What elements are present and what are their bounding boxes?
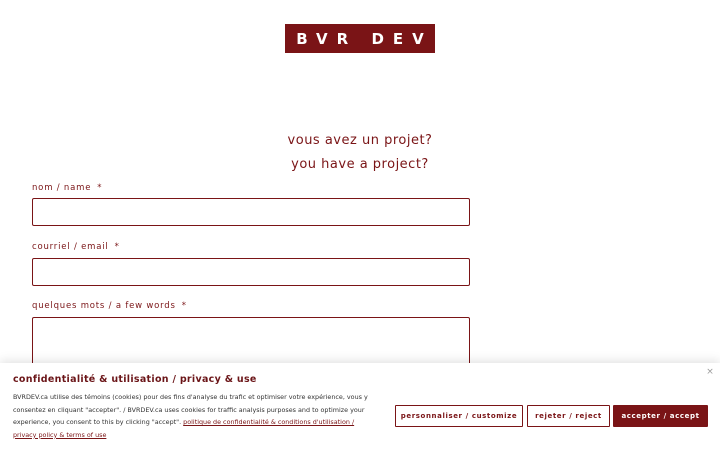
accept-button[interactable]: accepter / accept [613, 405, 708, 427]
email-label: courriel / email * [32, 242, 120, 252]
customize-button[interactable]: personnaliser / customize [395, 405, 523, 427]
page: BVR DEV vous avez un projet? you have a … [0, 0, 720, 450]
form-heading-en: you have a project? [291, 157, 429, 172]
cookie-banner: confidentialité & utilisation / privacy … [0, 363, 720, 450]
reject-button[interactable]: rejeter / reject [527, 405, 610, 427]
name-label-text: nom / name [32, 183, 92, 193]
email-input[interactable] [32, 258, 470, 286]
message-label-text: quelques mots / a few words [32, 301, 176, 311]
cookie-banner-text: BVRDEV.ca utilise des témoins (cookies) … [13, 391, 373, 441]
form-heading-fr: vous avez un projet? [287, 133, 433, 148]
required-marker: * [114, 242, 120, 252]
required-marker: * [97, 183, 103, 193]
email-label-text: courriel / email [32, 242, 109, 252]
required-marker: * [181, 301, 187, 311]
message-label: quelques mots / a few words * [32, 301, 187, 311]
name-label: nom / name * [32, 183, 102, 193]
close-icon[interactable]: × [704, 367, 716, 379]
cookie-banner-title: confidentialité & utilisation / privacy … [13, 374, 257, 385]
site-logo[interactable]: BVR DEV [285, 24, 435, 53]
name-input[interactable] [32, 198, 470, 226]
